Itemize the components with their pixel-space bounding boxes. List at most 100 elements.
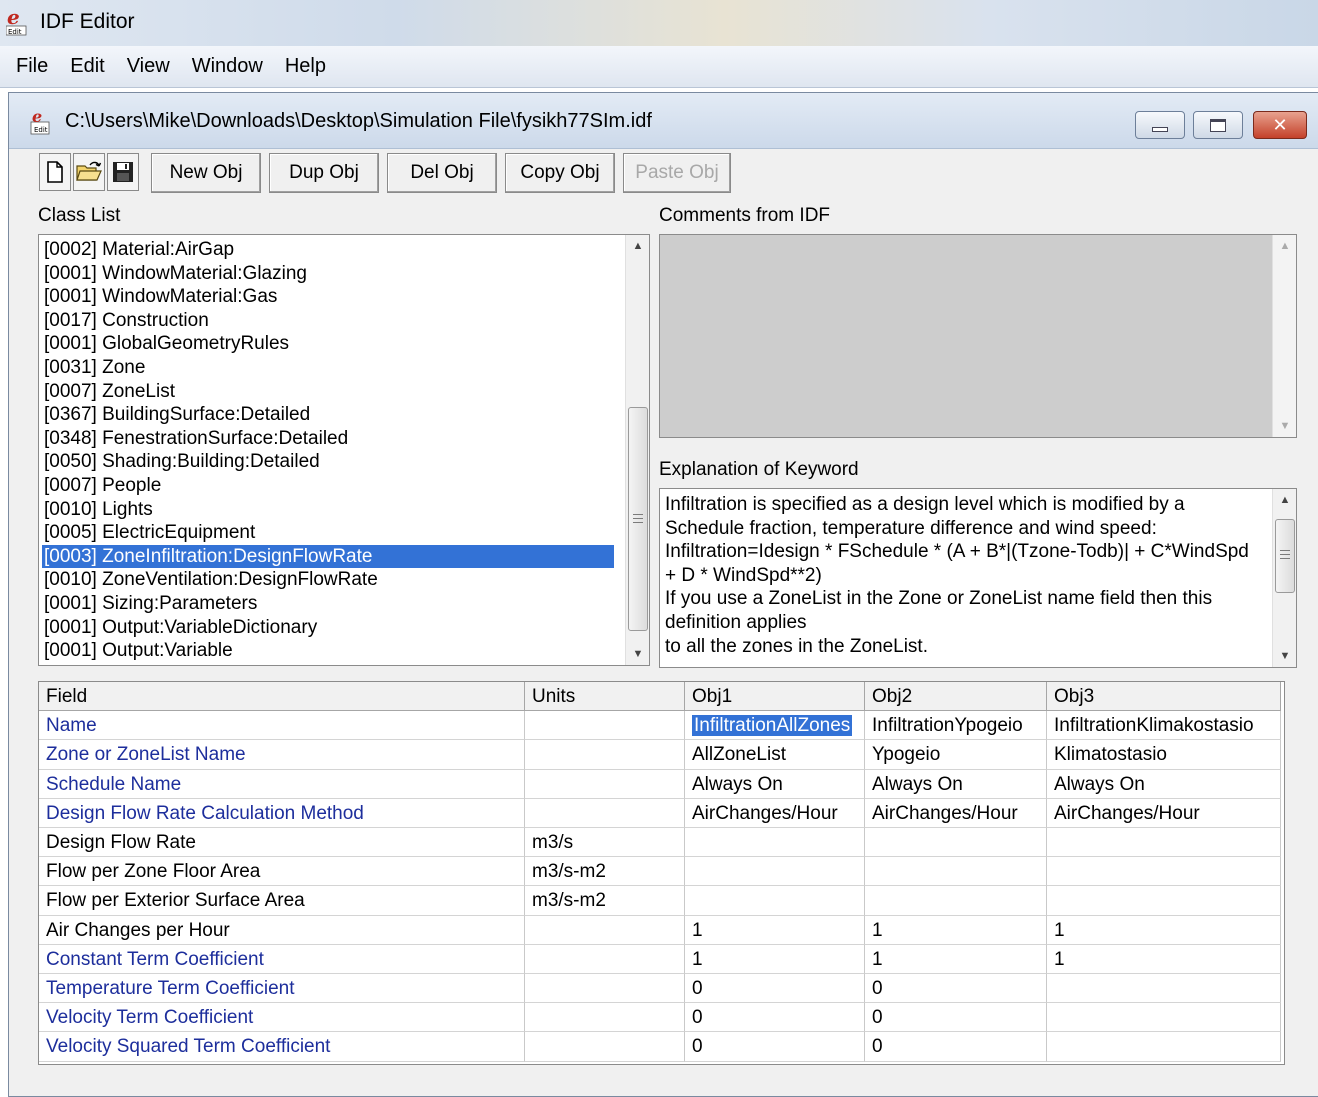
- explanation-scrollbar[interactable]: ▲ ▼: [1272, 489, 1296, 667]
- selected-cell-text[interactable]: InfiltrationAllZones: [692, 715, 853, 737]
- class-list-item[interactable]: [0003] ZoneInfiltration:DesignFlowRate: [42, 544, 614, 568]
- obj-value-cell[interactable]: 1: [865, 915, 1047, 945]
- obj-value-cell[interactable]: [865, 886, 1047, 916]
- class-list-item[interactable]: [0348] FenestrationSurface:Detailed: [42, 427, 614, 450]
- class-list-item[interactable]: [0010] Lights: [42, 498, 614, 521]
- obj-value-cell[interactable]: 1: [1047, 944, 1281, 974]
- del-obj-button[interactable]: Del Obj: [387, 153, 497, 193]
- obj-value-cell[interactable]: 0: [685, 1003, 865, 1033]
- obj-value-cell[interactable]: [1047, 857, 1281, 887]
- open-file-button[interactable]: [73, 153, 105, 191]
- obj-value-cell[interactable]: 1: [685, 915, 865, 945]
- class-list-scrollbar[interactable]: ▲ ▼: [625, 235, 649, 665]
- menu-help[interactable]: Help: [277, 55, 336, 78]
- obj-value-cell[interactable]: Klimatostasio: [1047, 740, 1281, 770]
- field-name-cell: Flow per Exterior Surface Area: [39, 886, 525, 916]
- obj-value-cell[interactable]: [1047, 1032, 1281, 1062]
- obj-value-cell[interactable]: AirChanges/Hour: [685, 798, 865, 828]
- scroll-up-icon[interactable]: ▲: [1273, 235, 1297, 257]
- grid-header-obj3: Obj3: [1047, 682, 1281, 711]
- class-list-item[interactable]: [0002] Material:AirGap: [42, 238, 614, 261]
- obj-value-cell[interactable]: InfiltrationKlimakostasio: [1047, 711, 1281, 741]
- menu-edit[interactable]: Edit: [62, 55, 114, 78]
- scroll-down-icon[interactable]: ▼: [1273, 645, 1297, 667]
- dup-obj-button[interactable]: Dup Obj: [269, 153, 379, 193]
- obj-value-cell[interactable]: 0: [865, 974, 1047, 1004]
- class-list-item[interactable]: [0007] People: [42, 474, 614, 497]
- class-list-item[interactable]: [0031] Zone: [42, 356, 614, 379]
- obj-value-cell[interactable]: Ypogeio: [865, 740, 1047, 770]
- obj-value-cell[interactable]: AirChanges/Hour: [1047, 798, 1281, 828]
- paste-obj-button[interactable]: Paste Obj: [623, 153, 731, 193]
- obj-value-cell[interactable]: [865, 828, 1047, 858]
- class-list-item[interactable]: [0050] Shading:Building:Detailed: [42, 450, 614, 473]
- obj-value-cell[interactable]: [685, 886, 865, 916]
- class-list-label: Class List: [38, 205, 121, 226]
- grid-header-obj2: Obj2: [865, 682, 1047, 711]
- class-list-item[interactable]: [0010] ZoneVentilation:DesignFlowRate: [42, 568, 614, 591]
- class-list[interactable]: [0002] Material:AirGap [0001] WindowMater…: [38, 234, 650, 666]
- scroll-up-icon[interactable]: ▲: [626, 235, 650, 257]
- class-list-item[interactable]: [0017] Construction: [42, 309, 614, 332]
- field-name-cell: Flow per Zone Floor Area: [39, 857, 525, 887]
- obj-value-cell[interactable]: [685, 857, 865, 887]
- units-cell: m3/s: [525, 828, 685, 858]
- scroll-thumb[interactable]: [628, 407, 648, 631]
- obj-value-cell[interactable]: 1: [1047, 915, 1281, 945]
- new-file-button[interactable]: [39, 153, 71, 191]
- scroll-down-icon[interactable]: ▼: [626, 643, 650, 665]
- scroll-thumb[interactable]: [1275, 519, 1295, 593]
- class-list-item[interactable]: [0001] WindowMaterial:Glazing: [42, 262, 614, 285]
- obj-value-cell[interactable]: [1047, 828, 1281, 858]
- scroll-down-icon[interactable]: ▼: [1273, 415, 1297, 437]
- grid-header-obj1: Obj1: [685, 682, 865, 711]
- new-obj-button[interactable]: New Obj: [151, 153, 261, 193]
- obj-value-cell[interactable]: 0: [685, 974, 865, 1004]
- class-list-item[interactable]: [0001] GlobalGeometryRules: [42, 332, 614, 355]
- obj-value-cell[interactable]: [685, 828, 865, 858]
- grip-line: [633, 518, 643, 519]
- maximize-button[interactable]: [1193, 111, 1243, 139]
- menu-view[interactable]: View: [119, 55, 180, 78]
- class-list-item[interactable]: [0005] ElectricEquipment: [42, 521, 614, 544]
- class-list-item[interactable]: [0001] Sizing:Parameters: [42, 592, 614, 615]
- obj-value-cell[interactable]: InfiltrationYpogeio: [865, 711, 1047, 741]
- obj-value-cell[interactable]: 0: [865, 1032, 1047, 1062]
- obj-value-cell[interactable]: 1: [865, 944, 1047, 974]
- obj-value-cell[interactable]: [865, 857, 1047, 887]
- menu-window[interactable]: Window: [184, 55, 273, 78]
- class-list-item[interactable]: [0367] BuildingSurface:Detailed: [42, 403, 614, 426]
- menu-file[interactable]: File: [0, 55, 58, 78]
- class-list-item[interactable]: [0007] ZoneList: [42, 380, 614, 403]
- obj-value-cell[interactable]: AllZoneList: [685, 740, 865, 770]
- save-file-button[interactable]: [107, 153, 139, 191]
- copy-obj-button[interactable]: Copy Obj: [505, 153, 615, 193]
- obj-value-cell[interactable]: Always On: [865, 769, 1047, 799]
- close-button[interactable]: ✕: [1253, 111, 1307, 139]
- field-name-cell: Constant Term Coefficient: [39, 944, 525, 974]
- explanation-textarea[interactable]: Infiltration is specified as a design le…: [659, 488, 1297, 668]
- obj-value-cell[interactable]: AirChanges/Hour: [865, 798, 1047, 828]
- obj-value-cell[interactable]: 1: [685, 944, 865, 974]
- class-list-item[interactable]: [0001] Output:VariableDictionary: [42, 616, 614, 639]
- obj-value-cell[interactable]: Always On: [685, 769, 865, 799]
- scroll-up-icon[interactable]: ▲: [1273, 489, 1297, 511]
- obj-value-cell[interactable]: InfiltrationAllZones: [685, 711, 865, 741]
- obj-value-cell[interactable]: 0: [685, 1032, 865, 1062]
- comments-textarea[interactable]: ▲ ▼: [659, 234, 1297, 438]
- obj-value-cell[interactable]: 0: [865, 1003, 1047, 1033]
- obj-value-cell[interactable]: [1047, 1003, 1281, 1033]
- app-title: IDF Editor: [40, 10, 135, 33]
- class-list-item[interactable]: [0001] Output:Variable: [42, 639, 614, 662]
- obj-value-cell[interactable]: [1047, 974, 1281, 1004]
- explanation-line: to all the zones in the ZoneList.: [665, 635, 928, 657]
- grip-line: [1280, 554, 1290, 555]
- field-grid[interactable]: Field Units Obj1 Obj2 Obj3 Name InfiltrationAl…: [38, 681, 1285, 1065]
- minimize-button[interactable]: [1135, 111, 1185, 139]
- comments-label: Comments from IDF: [659, 205, 831, 226]
- app-logo-icon: e Edit: [6, 8, 27, 36]
- obj-value-cell[interactable]: [1047, 886, 1281, 916]
- comments-scrollbar[interactable]: ▲ ▼: [1272, 235, 1296, 437]
- class-list-item[interactable]: [0001] WindowMaterial:Gas: [42, 285, 614, 308]
- obj-value-cell[interactable]: Always On: [1047, 769, 1281, 799]
